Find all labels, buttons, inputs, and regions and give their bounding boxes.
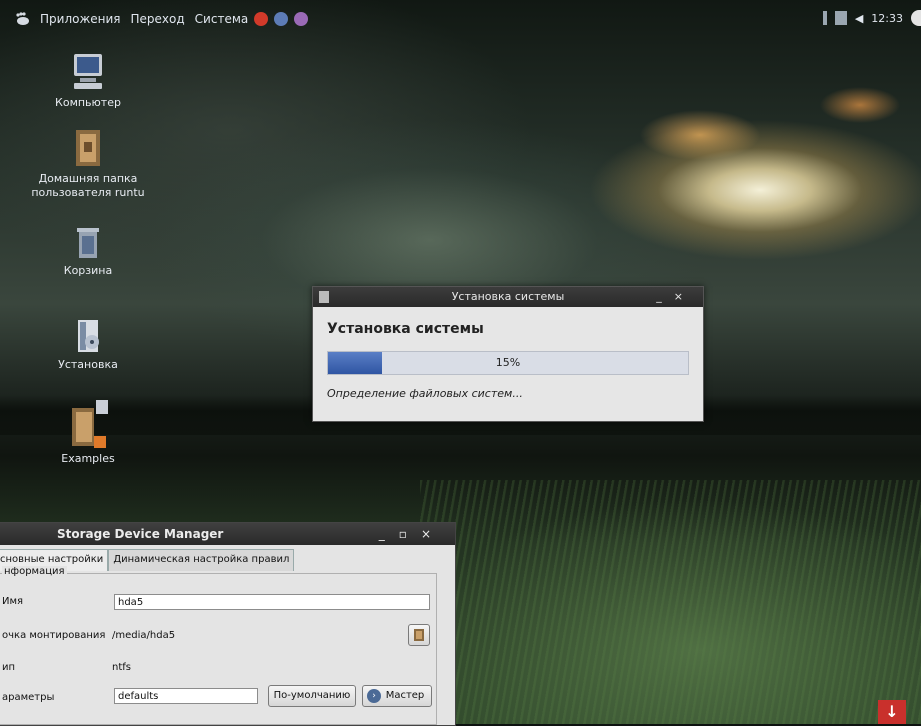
desktop-icon-installer[interactable]: Установка — [33, 318, 143, 372]
logout-icon[interactable] — [911, 10, 921, 26]
minimize-icon[interactable]: _ — [379, 527, 399, 541]
app-launcher-icon[interactable] — [294, 12, 309, 26]
computer-icon — [74, 54, 102, 89]
info-group-title: нформация — [2, 566, 67, 577]
storage-manager-window: Storage Device Manager _▫× сновные настр… — [0, 522, 456, 726]
desktop-icon-label: Examples — [61, 452, 115, 465]
clock[interactable]: 12:33 — [871, 12, 903, 25]
menu-system[interactable]: Система — [195, 12, 249, 26]
panel-notification-icon[interactable]: ↓ — [878, 700, 906, 724]
wizard-button[interactable]: › Мастер — [362, 685, 432, 707]
volume-icon[interactable]: ◀ — [855, 12, 863, 25]
network-icon[interactable] — [834, 11, 847, 25]
system-tray: ◀ 12:33 — [822, 10, 921, 26]
examples-folder-icon — [72, 400, 108, 448]
install-status: Определение файловых систем... — [327, 387, 523, 400]
desktop-icon-home[interactable]: Домашняя папка пользователя runtu — [18, 128, 158, 200]
wizard-button-label: Мастер — [385, 690, 425, 701]
browser-launcher-icon[interactable] — [254, 12, 269, 26]
browse-mount-button[interactable] — [408, 624, 430, 646]
desktop-icon-computer[interactable]: Компьютер — [33, 52, 143, 110]
desktop-icon-label: Домашняя папка пользователя runtu — [31, 172, 145, 199]
name-field[interactable]: hda5 — [114, 594, 430, 610]
params-field[interactable]: defaults — [114, 688, 258, 704]
storage-manager-titlebar[interactable]: Storage Device Manager _▫× — [0, 523, 455, 545]
menu-applications[interactable]: Приложения — [40, 12, 121, 26]
desktop-icon-examples[interactable]: Examples — [33, 400, 143, 466]
install-dialog-titlebar[interactable]: Установка системы _× — [313, 287, 703, 307]
info-group: нформация Имя hda5 очка монтирования /me… — [0, 566, 437, 725]
desktop-icon-label: Корзина — [63, 264, 113, 277]
folder-icon — [414, 629, 424, 641]
wallpaper-grass — [420, 480, 921, 724]
maximize-icon[interactable]: ▫ — [399, 527, 421, 541]
type-label: ип — [2, 662, 16, 673]
install-progress-bar: 15% — [327, 351, 689, 375]
gnome-foot-icon[interactable] — [14, 12, 30, 26]
progress-label: 15% — [495, 356, 521, 369]
default-button[interactable]: По-умолчанию — [268, 685, 356, 707]
params-label: араметры — [2, 692, 55, 703]
name-label: Имя — [2, 596, 24, 607]
minimize-icon[interactable]: _ — [656, 290, 674, 303]
install-dialog: Установка системы _× Установка системы 1… — [312, 286, 704, 422]
tab-dynamic-rules[interactable]: Динамическая настройка правил — [108, 549, 295, 571]
desktop-icon-label: Компьютер — [55, 96, 121, 109]
tray-separator — [822, 11, 827, 25]
install-dialog-title: Установка системы — [451, 290, 565, 303]
close-icon[interactable]: × — [674, 290, 695, 303]
install-heading: Установка системы — [327, 321, 484, 337]
home-folder-icon — [76, 130, 100, 166]
top-panel: Приложения Переход Система ◀ 12:33 — [0, 0, 921, 34]
mount-point-label: очка монтирования — [2, 630, 106, 641]
storage-manager-title: Storage Device Manager — [57, 527, 224, 541]
type-value: ntfs — [112, 662, 131, 673]
mail-launcher-icon[interactable] — [274, 12, 289, 26]
desktop-icon-trash[interactable]: Корзина — [33, 224, 143, 278]
mount-point-value: /media/hda5 — [112, 630, 176, 641]
panel-menu: Приложения Переход Система — [14, 12, 309, 26]
desktop-icon-label: Установка — [58, 358, 118, 371]
close-icon[interactable]: × — [421, 527, 445, 541]
window-icon — [319, 291, 329, 303]
trash-icon — [77, 228, 99, 258]
window-controls: _▫× — [379, 523, 445, 545]
menu-places[interactable]: Переход — [131, 12, 185, 26]
window-controls: _× — [656, 287, 695, 307]
wizard-icon: › — [367, 689, 381, 703]
installer-icon — [78, 320, 99, 352]
